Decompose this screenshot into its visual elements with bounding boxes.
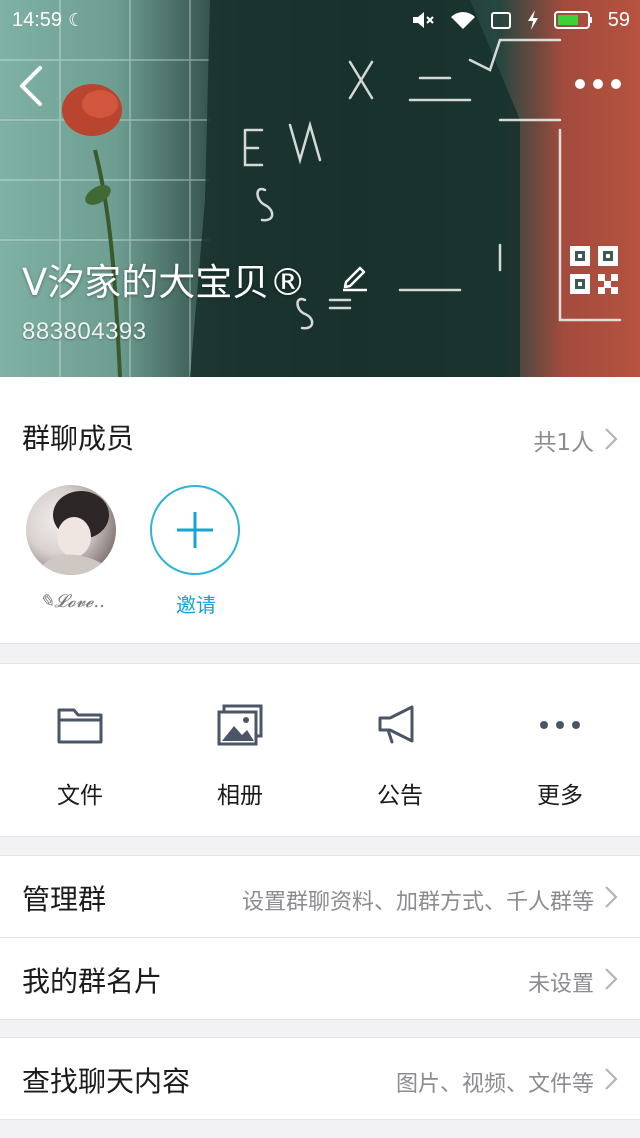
my-group-card-row[interactable]: 我的群名片 未设置 [0, 938, 640, 1019]
more-dots-icon [540, 721, 580, 729]
status-bar: 14:59 ☾ 59 [0, 0, 640, 40]
row-value: 图片、视频、文件等 [395, 1072, 594, 1097]
photo-album-icon [217, 704, 263, 746]
tools-section: 文件 相册 公告 更多 [0, 663, 640, 837]
tool-label: 文件 [57, 783, 103, 809]
battery-icon [553, 11, 592, 29]
qr-code-icon[interactable] [568, 244, 620, 296]
group-name: V汐家的大宝贝® [22, 261, 307, 304]
chevron-right-icon [605, 968, 618, 990]
row-value: 未设置 [527, 972, 594, 997]
chevron-right-icon [605, 886, 618, 908]
chevron-right-icon[interactable] [604, 427, 618, 451]
status-time: 14:59 [12, 8, 63, 31]
invite-circle[interactable] [150, 485, 240, 575]
tool-files[interactable]: 文件 [0, 704, 160, 810]
members-count[interactable]: 共1人 [533, 423, 594, 457]
battery-level: 59 [607, 8, 630, 31]
group-id: 883804393 [22, 318, 147, 345]
member-item[interactable]: ✎𝓛𝓸𝓿𝓮.. [26, 485, 118, 612]
chevron-right-icon [605, 1068, 618, 1090]
manage-group-row[interactable]: 管理群 设置群聊资料、加群方式、千人群等 [0, 856, 640, 937]
tool-label: 更多 [537, 783, 583, 809]
invite-label: 邀请 [176, 593, 216, 617]
more-dots-icon[interactable] [572, 70, 624, 98]
invite-button[interactable]: 邀请 [150, 485, 242, 618]
divider [0, 1019, 640, 1020]
tool-announcement[interactable]: 公告 [320, 704, 480, 810]
tool-album[interactable]: 相册 [160, 704, 320, 810]
tool-label: 公告 [377, 783, 423, 809]
search-chat-row[interactable]: 查找聊天内容 图片、视频、文件等 [0, 1038, 640, 1119]
avatar[interactable] [26, 485, 116, 575]
wifi-icon [450, 12, 475, 29]
members-section: 群聊成员 共1人 ✎𝓛𝓸𝓿𝓮.. 邀请 [0, 377, 640, 644]
moon-icon: ☾ [68, 9, 85, 31]
screen-icon [490, 12, 511, 29]
tool-more[interactable]: 更多 [480, 704, 640, 810]
row-title: 管理群 [22, 883, 107, 916]
member-name: ✎𝓛𝓸𝓿𝓮.. [39, 591, 105, 612]
edit-pencil-icon[interactable] [340, 262, 370, 292]
charging-icon [527, 10, 538, 30]
row-title: 我的群名片 [22, 965, 163, 998]
row-value: 设置群聊资料、加群方式、千人群等 [241, 890, 594, 915]
row-title: 查找聊天内容 [22, 1065, 191, 1098]
mute-icon [412, 12, 434, 28]
members-title: 群聊成员 [22, 422, 135, 455]
plus-icon [177, 512, 213, 548]
divider [0, 1119, 640, 1120]
group-header-banner: 14:59 ☾ 59 V汐家的大宝贝® 883804393 [0, 0, 640, 377]
megaphone-icon [378, 705, 414, 744]
back-arrow-icon[interactable] [12, 64, 52, 108]
folder-icon [57, 708, 103, 744]
tool-label: 相册 [217, 783, 263, 809]
avatar-photo [36, 491, 116, 575]
